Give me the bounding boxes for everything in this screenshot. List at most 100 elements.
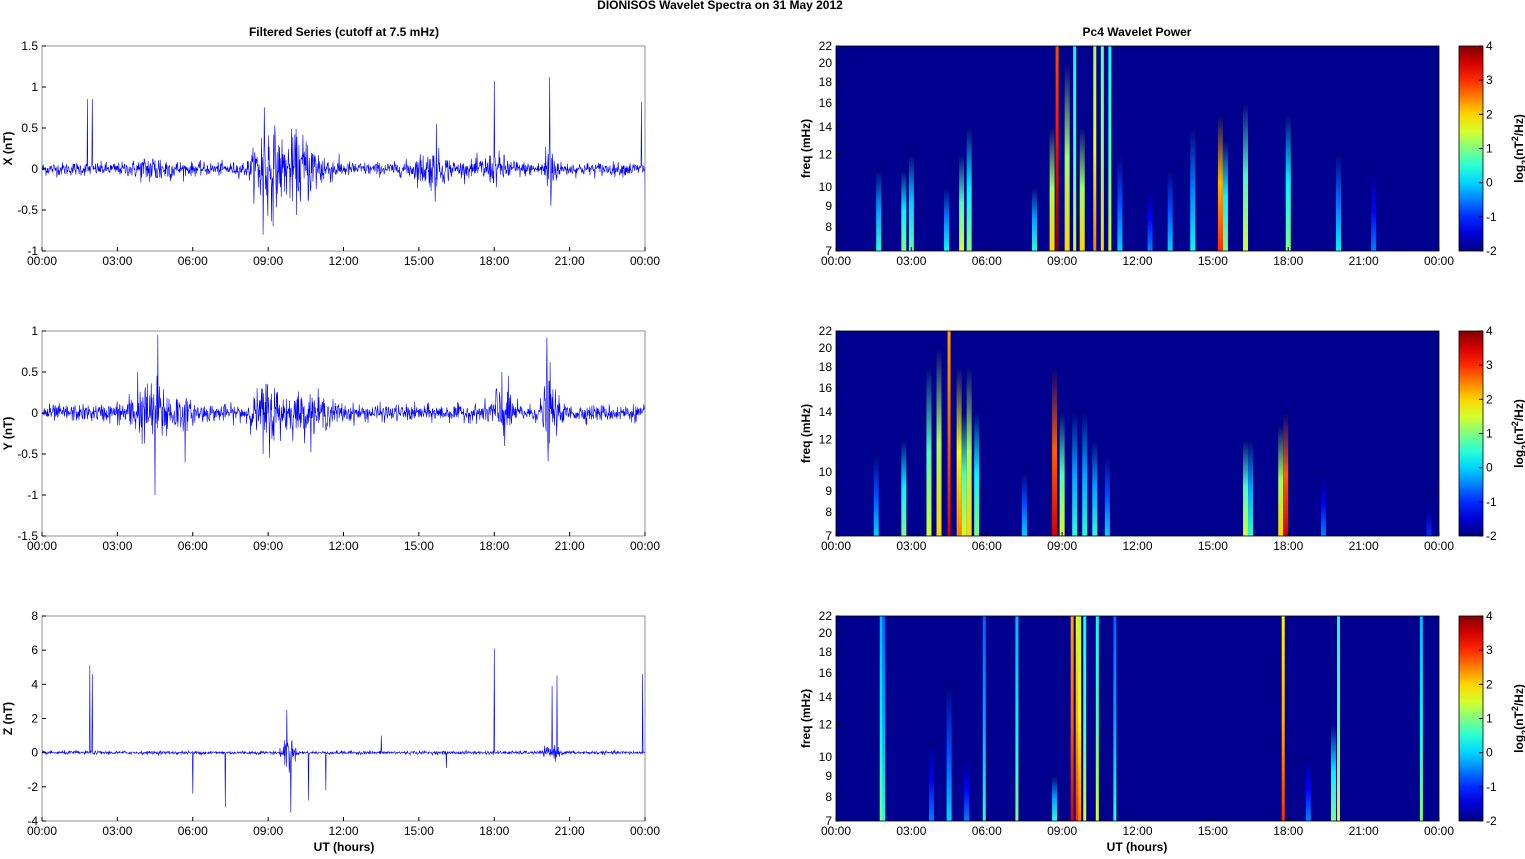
y-tick-label: 7 [825,244,832,258]
y-tick-label: 9 [825,199,832,213]
spectrogram-x-power-event [1190,126,1196,251]
y-tick-label: 16 [819,96,833,110]
y-tick-label: -0.5 [17,203,38,217]
spectrogram-z-power-event [928,740,934,821]
spectrogram-y-power-event [1104,455,1110,536]
x-tick-label: 06:00 [972,824,1002,838]
x-tick-label: 18:00 [1273,539,1303,553]
x-tick-label: 18:00 [479,539,509,553]
spectrogram-y-power-event [1092,439,1098,536]
x-axis-label-right: UT (hours) [1107,840,1168,854]
colorbar-tick-label: 1 [1486,712,1493,726]
spectrogram-y-y-axis-label: freq (mHz) [799,404,813,463]
spectrogram-z-power-event [946,684,952,821]
spectrogram-y-power-event [956,366,962,536]
spectrogram-x-power-event [1285,114,1291,251]
spectrogram-z-power-event [1305,757,1311,821]
series-y-y-axis-label: Y (nT) [1,417,15,451]
spectrogram-z-power-event [882,616,886,821]
spectrogram-z-power-event [1337,616,1340,821]
colorbar-tick-label: -1 [1486,210,1497,224]
y-tick-label: 0.5 [21,365,38,379]
spectrogram-z-power-event [1113,616,1117,821]
spectrogram-x-background [836,46,1439,251]
x-tick-label: 06:00 [178,824,208,838]
spectrogram-z-power-event [982,616,986,821]
spectrogram-y-power-event [873,455,879,536]
x-tick-label: 09:00 [253,254,283,268]
spectrogram-y-power-event [901,439,907,536]
y-tick-label: -1 [27,244,38,258]
y-tick-label: 1 [31,80,38,94]
colorbar-tick-label: 0 [1486,176,1493,190]
spectrogram-x-power-event [1055,46,1059,251]
y-tick-label: 14 [819,120,833,134]
x-tick-label: 18:00 [1273,254,1303,268]
spectrogram-x-power-event [1079,126,1085,251]
y-tick-label: -0.5 [17,447,38,461]
x-tick-label: 15:00 [1198,824,1228,838]
colorbar-tick-label: 2 [1486,677,1493,691]
spectrogram-z-power-event [1070,616,1074,821]
colorbar-label: log2(nT2/Hz) [1510,114,1525,183]
spectrogram-x-power-event [1064,63,1070,251]
series-z-panel: 00:00 03:00 06:00 09:00 12:00 15:00 18:00 21:00… [1,609,660,838]
x-tick-label: 06:00 [972,254,1002,268]
x-tick-label: 03:00 [896,539,926,553]
series-z-line [42,648,645,813]
spectrogram-y-power-event [936,348,942,536]
spectrogram-y-panel: 00:00 03:00 06:00 09:00 12:00 15:00 18:00 21:00… [799,324,1525,553]
spectrogram-y-power-event [1072,411,1078,536]
x-tick-label: 21:00 [1349,539,1379,553]
x-tick-label: 03:00 [102,824,132,838]
x-tick-label: 21:00 [1349,254,1379,268]
y-tick-label: 18 [819,360,833,374]
y-tick-label: 1 [31,324,38,338]
y-tick-label: 9 [825,484,832,498]
x-tick-label: 12:00 [1122,254,1152,268]
spectrogram-y-power-event [947,331,951,536]
colorbar-z: 4 3 2 1 0 -1 -2 log2(nT2/Hz) [1458,609,1525,828]
spectrogram-x-power-event [1222,140,1228,251]
spectrogram-x-power-event [1336,154,1341,251]
spectrogram-y-power-event [974,411,980,536]
x-tick-label: 18:00 [1273,824,1303,838]
colorbar-label-part: log [1512,165,1525,183]
y-tick-label: 20 [819,626,833,640]
x-tick-label: 03:00 [102,539,132,553]
x-tick-label: 15:00 [404,254,434,268]
x-tick-label: 09:00 [1047,254,1077,268]
spectrogram-z-power-event [1078,616,1082,821]
spectrogram-z-background [836,616,1439,821]
colorbar-tick-label: 1 [1486,142,1493,156]
y-tick-label: 18 [819,645,833,659]
x-tick-label: 09:00 [1047,824,1077,838]
spectrogram-x-power-event [876,170,882,251]
y-tick-label: 14 [819,405,833,419]
spectrogram-x-power-event [1049,126,1055,251]
x-axis-label-left: UT (hours) [314,840,375,854]
x-tick-label: 00:00 [630,254,660,268]
colorbar-tick-label: 4 [1486,609,1493,623]
x-tick-label: 03:00 [896,254,926,268]
x-tick-label: 00:00 [1424,824,1454,838]
x-tick-label: 18:00 [479,824,509,838]
series-y-line [42,335,645,496]
x-tick-label: 00:00 [630,824,660,838]
colorbar-label-part: (nT [1512,711,1525,730]
spectrogram-x-power-event [1167,170,1173,251]
series-x-line [42,77,645,235]
y-tick-label: 22 [819,324,833,338]
y-tick-label: 0.5 [21,121,38,135]
colorbar-tick-label: -2 [1486,529,1497,543]
colorbar-tick-label: 3 [1486,358,1493,372]
right-column-title: Pc4 Wavelet Power [1083,25,1192,39]
y-tick-label: 9 [825,769,832,783]
colorbar-tick-label: 0 [1486,746,1493,760]
x-tick-label: 09:00 [253,824,283,838]
spectrogram-x-power-event [1100,46,1104,251]
spectrogram-x-power-event [1147,187,1153,251]
spectrogram-x-y-axis-label: freq (mHz) [799,119,813,178]
colorbar-label-part: (nT [1512,141,1525,160]
y-tick-label: 7 [825,529,832,543]
